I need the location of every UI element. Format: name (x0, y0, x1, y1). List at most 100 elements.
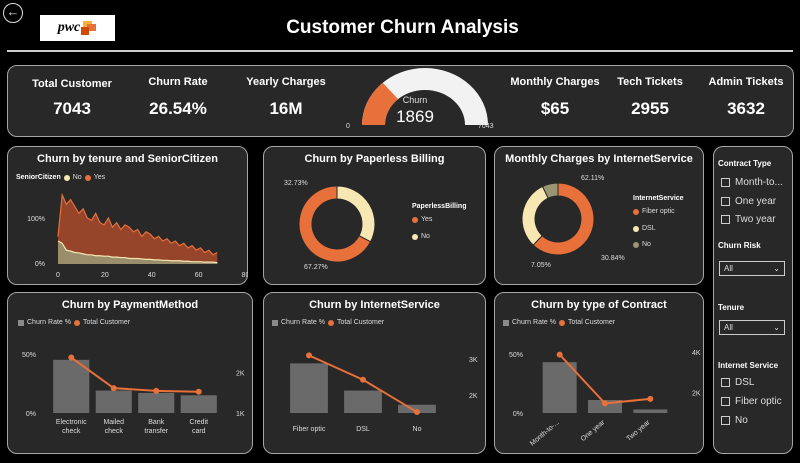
tenure-chart-panel: Churn by tenure and SeniorCitizen Senior… (7, 146, 248, 285)
kpi-admin-tickets-value: 3632 (727, 99, 765, 118)
monthly-legend-no: No (633, 241, 651, 248)
logo-blocks-icon (81, 21, 97, 35)
line-point (195, 388, 202, 395)
checkbox-label: Fiber optic (735, 396, 782, 407)
monthly-label-fiber: 62.11% (581, 175, 605, 182)
bar-bank-transfer (138, 392, 175, 413)
checkbox-label: No (735, 415, 748, 426)
filter-contract-one-year[interactable]: One year (721, 196, 776, 207)
company-logo: pwc (40, 15, 115, 41)
dropdown-value: All (724, 323, 733, 332)
chevron-down-icon: ⌄ (773, 264, 780, 273)
tenure-chart-title: Churn by tenure and SeniorCitizen (37, 153, 218, 165)
y-left-tick: 0% (513, 411, 523, 418)
category-label: Credit (189, 419, 208, 426)
line-point (414, 409, 420, 416)
category-label: Two year (625, 419, 652, 443)
contract-type-filter-label: Contract Type (718, 159, 772, 168)
bar-credit-card (180, 395, 217, 413)
payment-method-panel: Churn by PaymentMethod Churn Rate % Tota… (7, 292, 253, 454)
bar-mailed-check (95, 390, 132, 413)
legend-no-swatch (63, 174, 70, 181)
line-point (556, 351, 563, 358)
kpi-admin-tickets-label: Admin Tickets (708, 76, 784, 88)
internet-combo-chart: Fiber optic DSL No 3K 2K (290, 352, 478, 433)
kpi-churn-rate-value: 26.54% (149, 99, 207, 118)
category-label: check (105, 428, 124, 435)
checkbox[interactable] (721, 215, 730, 224)
checkbox-label: Month-to... (735, 177, 783, 188)
gauge-max: 7043 (478, 123, 494, 130)
donut-slice-dsl (521, 185, 549, 246)
internet-service-filter-label: Internet Service (718, 361, 779, 370)
category-label: Fiber optic (293, 426, 326, 433)
churn-risk-dropdown[interactable]: All ⌄ (719, 261, 785, 276)
category-label: Month-to-... (529, 419, 561, 447)
monthly-donut-chart (521, 182, 595, 256)
dropdown-value: All (724, 264, 733, 273)
monthly-legend-title: InternetService (633, 195, 684, 202)
internet-service-panel: Churn by InternetService Churn Rate % To… (263, 292, 486, 454)
category-label: DSL (356, 426, 370, 433)
checkbox[interactable] (721, 378, 730, 387)
monthly-legend-fiber: Fiber optic (633, 208, 675, 215)
x-tick-label: 20 (101, 272, 109, 279)
legend-swatch (412, 216, 418, 223)
tenure-area-chart: 0 20 40 60 80 100% 0% (27, 192, 248, 279)
filter-internet-no[interactable]: No (721, 415, 748, 426)
filter-internet-fiber[interactable]: Fiber optic (721, 396, 782, 407)
bar-month-to- (542, 362, 577, 413)
bar-dsl (344, 390, 382, 413)
x-tick-label: 40 (148, 272, 156, 279)
legend-swatch (633, 241, 639, 248)
category-label: Mailed (103, 419, 124, 426)
tenure-dropdown[interactable]: All ⌄ (719, 320, 785, 335)
y-right-tick: 3K (469, 357, 478, 364)
x-tick-label: 80 (242, 272, 248, 279)
checkbox-label: One year (735, 196, 777, 207)
category-label: One year (580, 419, 607, 443)
line-point (153, 387, 160, 394)
filter-contract-month[interactable]: Month-to... (721, 177, 783, 188)
legend-label: No (421, 233, 430, 240)
bar-two-year (633, 409, 668, 413)
back-arrow-icon[interactable]: ← (3, 3, 23, 23)
y-left-tick: 50% (22, 352, 36, 359)
paperless-legend-title: PaperlessBilling (412, 203, 467, 210)
chevron-down-icon: ⌄ (773, 323, 780, 332)
header-divider (7, 50, 793, 52)
line-point (360, 376, 366, 383)
legend-label: DSL (642, 225, 656, 232)
legend-label: Yes (421, 216, 433, 223)
paperless-label-yes: 67.27% (304, 264, 328, 271)
paperless-donut-chart (298, 185, 376, 263)
y-left-tick: 50% (509, 352, 523, 359)
line-point (602, 400, 608, 407)
monthly-label-no: 7.05% (531, 262, 551, 269)
line-point (68, 354, 75, 361)
checkbox[interactable] (721, 197, 730, 206)
total-customer-line (70, 356, 199, 393)
tenure-legend-yes: Yes (93, 174, 106, 181)
legend-yes-swatch (84, 174, 91, 181)
x-tick-label: 60 (195, 272, 203, 279)
monthly-label-dsl: 30.84% (601, 255, 625, 262)
legend-swatch (633, 225, 639, 232)
category-label: card (192, 428, 206, 435)
checkbox[interactable] (721, 397, 730, 406)
filter-internet-dsl[interactable]: DSL (721, 377, 754, 388)
churn-risk-filter-label: Churn Risk (718, 241, 761, 250)
contract-panel: Churn by type of Contract Churn Rate % T… (494, 292, 704, 454)
checkbox[interactable] (721, 178, 730, 187)
filter-contract-two-year[interactable]: Two year (721, 214, 776, 225)
logo-text: pwc (57, 20, 81, 35)
paperless-legend-yes: Yes (412, 216, 432, 223)
y-right-tick: 4K (692, 350, 701, 357)
kpi-yearly-charges-value: 16M (269, 99, 303, 118)
filter-panel: Contract Type Month-to... One year Two y… (713, 146, 793, 454)
gauge-label: Churn (402, 95, 428, 105)
checkbox[interactable] (721, 416, 730, 425)
y-right-tick: 2K (469, 393, 478, 400)
monthly-charges-panel: Monthly Charges by InternetService 62.11… (494, 146, 704, 285)
checkbox-label: DSL (735, 377, 755, 388)
